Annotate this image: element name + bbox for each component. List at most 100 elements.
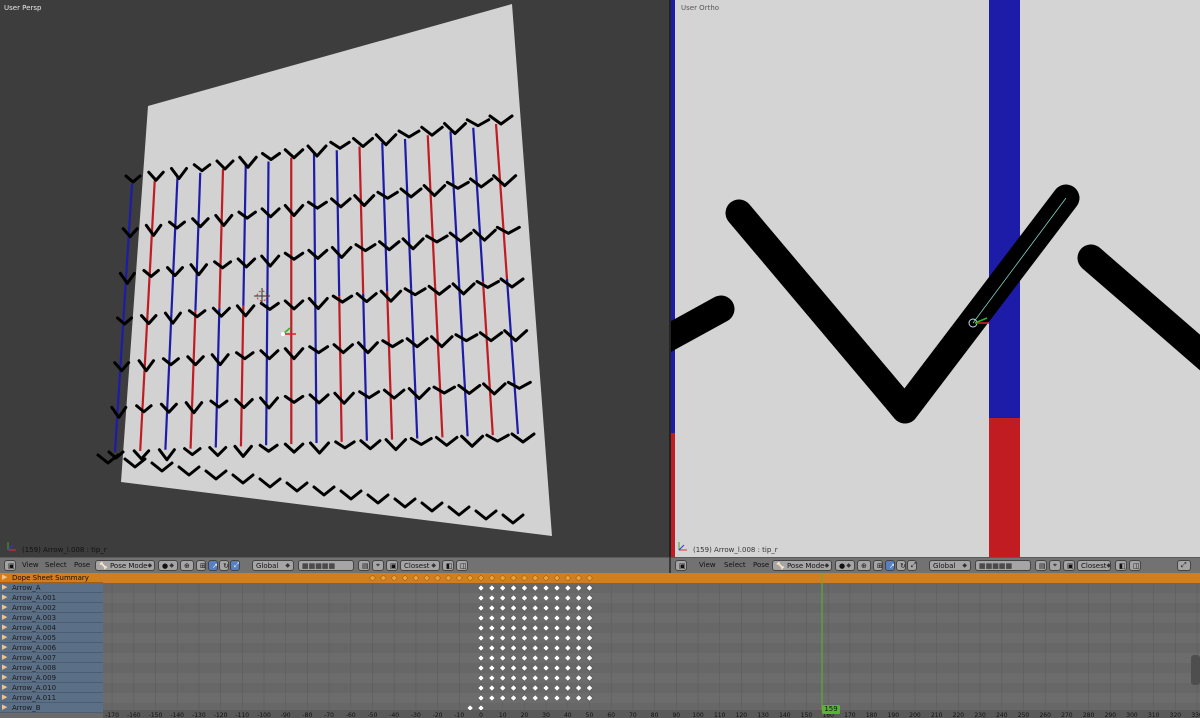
dope-sheet-editor[interactable]: -170 -160 -150 -140 -130 -120 -110 -100 -90 -80 -7…	[0, 573, 1200, 718]
channel-row[interactable]: ▶ Arrow_A.002	[0, 603, 103, 613]
layer-buttons[interactable]: ▦▦▦▦▦	[975, 560, 1031, 571]
channel-row[interactable]: ▶ Arrow_A.008	[0, 663, 103, 673]
ruler-tick-label: 20	[521, 712, 529, 718]
ruler-tick-label: -30	[411, 712, 421, 718]
snap-toggle[interactable]: ⌖	[372, 560, 384, 571]
orientation-dropdown[interactable]: Global ◆	[252, 560, 294, 571]
manipulator-toggle[interactable]: ⊞	[873, 560, 883, 571]
editor-type-icon[interactable]: ▣	[4, 560, 16, 571]
editor-type-icon[interactable]: ▣	[675, 560, 687, 571]
channel-row[interactable]: ▶ Arrow_A.007	[0, 653, 103, 663]
armature-icon: ▶	[2, 613, 8, 621]
ruler-tick-label: -170	[105, 712, 119, 718]
mode-dropdown[interactable]: 🦴 Pose Mode ◆	[772, 560, 832, 571]
lock-layer-icon[interactable]: ▤	[1035, 560, 1047, 571]
menu-pose[interactable]: Pose	[74, 561, 90, 569]
channel-label: Arrow_A.006	[12, 644, 57, 652]
ruler-tick-label: 200	[909, 712, 921, 718]
chevron-down-icon: ◆	[824, 562, 830, 569]
vertical-scrollbar[interactable]	[1191, 655, 1200, 685]
shading-dropdown[interactable]: ● ◆	[835, 560, 855, 571]
ruler-tick-label: -130	[192, 712, 206, 718]
camera-icon[interactable]: ◫	[456, 560, 468, 571]
armature-icon: ▶	[2, 633, 8, 641]
channel-row-bg	[103, 683, 1200, 693]
ruler-tick-label: 230	[974, 712, 986, 718]
channel-row[interactable]: ▶ Arrow_A.001	[0, 593, 103, 603]
viewport-3d-perspective[interactable]: User Persp (159) Arrow_l.008 : tip_r	[0, 0, 669, 557]
channel-row[interactable]: ▶ Arrow_A.006	[0, 643, 103, 653]
channel-label: Arrow_A.004	[12, 624, 57, 632]
dope-sheet-summary-channel[interactable]: ▶ Dope Sheet Summary	[0, 573, 103, 583]
ruler-tick-label: 290	[1105, 712, 1117, 718]
menu-pose[interactable]: Pose	[753, 561, 769, 569]
ruler-tick-label: 90	[672, 712, 680, 718]
shading-dropdown[interactable]: ● ◆	[158, 560, 178, 571]
pivot-dropdown[interactable]: ⊕	[857, 560, 871, 571]
bone-line	[113, 317, 125, 453]
bone-line	[122, 183, 134, 319]
channel-row[interactable]: ▶ Arrow_A.010	[0, 683, 103, 693]
snap-target-dropdown[interactable]: Closest ◆	[400, 560, 440, 571]
axis-gizmo-icon	[7, 542, 16, 551]
channel-row[interactable]: ▶ Arrow_A.003	[0, 613, 103, 623]
bone-line	[265, 303, 269, 446]
channel-label: Arrow_A.011	[12, 694, 57, 702]
armature-icon: ▶	[2, 663, 8, 671]
channel-label: Arrow_A.005	[12, 634, 57, 642]
ruler-tick-label: -20	[433, 712, 443, 718]
ruler-tick-label: 240	[996, 712, 1008, 718]
menu-view[interactable]: View	[22, 561, 39, 569]
ruler-tick-label: -120	[214, 712, 228, 718]
bone-red	[989, 418, 1020, 557]
axis-gizmo-icon	[678, 542, 687, 551]
channel-row[interactable]: ▶ Arrow_A.005	[0, 633, 103, 643]
ruler-tick-label: -140	[170, 712, 184, 718]
snap-toggle[interactable]: ⌖	[1049, 560, 1061, 571]
menu-view[interactable]: View	[699, 561, 716, 569]
pivot-dropdown[interactable]: ⊕	[180, 560, 194, 571]
scale-manipulator[interactable]: ⤢	[907, 560, 917, 571]
ruler-tick-label: -60	[346, 712, 356, 718]
current-frame-indicator[interactable]: 159	[822, 705, 840, 714]
scale-manipulator[interactable]: ⤢	[230, 560, 240, 571]
viewport-view-label: User Persp	[4, 4, 42, 12]
lock-layer-icon[interactable]: ▤	[358, 560, 370, 571]
chevron-down-icon: ◆	[962, 562, 967, 569]
orientation-dropdown[interactable]: Global ◆	[929, 560, 971, 571]
manipulator-toggle[interactable]: ⊞	[196, 560, 206, 571]
snap-element[interactable]: ▣	[1063, 560, 1075, 571]
snap-element[interactable]: ▣	[386, 560, 398, 571]
render-icon[interactable]: ◧	[1115, 560, 1127, 571]
translate-manipulator[interactable]: ↗	[208, 560, 218, 571]
viewport-header-right: ▣ View Select Pose 🦴 Pose Mode ◆ ● ◆ ⊕ ⊞ ↗…	[671, 557, 1200, 573]
channel-row-bg	[103, 613, 1200, 623]
translate-manipulator[interactable]: ↗	[885, 560, 895, 571]
rotate-manipulator[interactable]: ↻	[896, 560, 906, 571]
render-icon[interactable]: ◧	[442, 560, 454, 571]
menu-select[interactable]: Select	[724, 561, 746, 569]
expand-icon[interactable]: ⤢	[1177, 560, 1191, 571]
menu-select[interactable]: Select	[45, 561, 67, 569]
scene-ortho	[671, 0, 1200, 557]
ruler-tick-label: -110	[235, 712, 249, 718]
armature-icon: ▶	[2, 643, 8, 651]
ruler-tick-label: 220	[953, 712, 965, 718]
snap-target-dropdown[interactable]: Closest ◆	[1077, 560, 1111, 571]
channel-row[interactable]: ▶ Arrow_A.009	[0, 673, 103, 683]
channel-row[interactable]: ▶ Arrow_A.004	[0, 623, 103, 633]
chevron-down-icon: ◆	[1106, 562, 1111, 569]
ruler-tick-label: 140	[779, 712, 791, 718]
channel-row[interactable]: ▶ Arrow_A.011	[0, 693, 103, 703]
bone-line	[314, 298, 318, 444]
camera-icon[interactable]: ◫	[1129, 560, 1141, 571]
dope-sheet-grid: -170 -160 -150 -140 -130 -120 -110 -100 -90 -80 -7…	[103, 573, 1200, 718]
channel-row[interactable]: ▶ Arrow_B	[0, 703, 103, 713]
ruler-tick-label: 70	[629, 712, 637, 718]
rotate-manipulator[interactable]: ↻	[219, 560, 229, 571]
viewport-3d-ortho[interactable]: User Ortho (159) Arrow_l.008 : tip_r	[671, 0, 1200, 557]
ruler-tick-label: 60	[607, 712, 615, 718]
channel-row[interactable]: ▶ Arrow_A	[0, 583, 103, 593]
mode-dropdown[interactable]: 🦴 Pose Mode ◆	[95, 560, 155, 571]
layer-buttons[interactable]: ▦▦▦▦▦	[298, 560, 354, 571]
